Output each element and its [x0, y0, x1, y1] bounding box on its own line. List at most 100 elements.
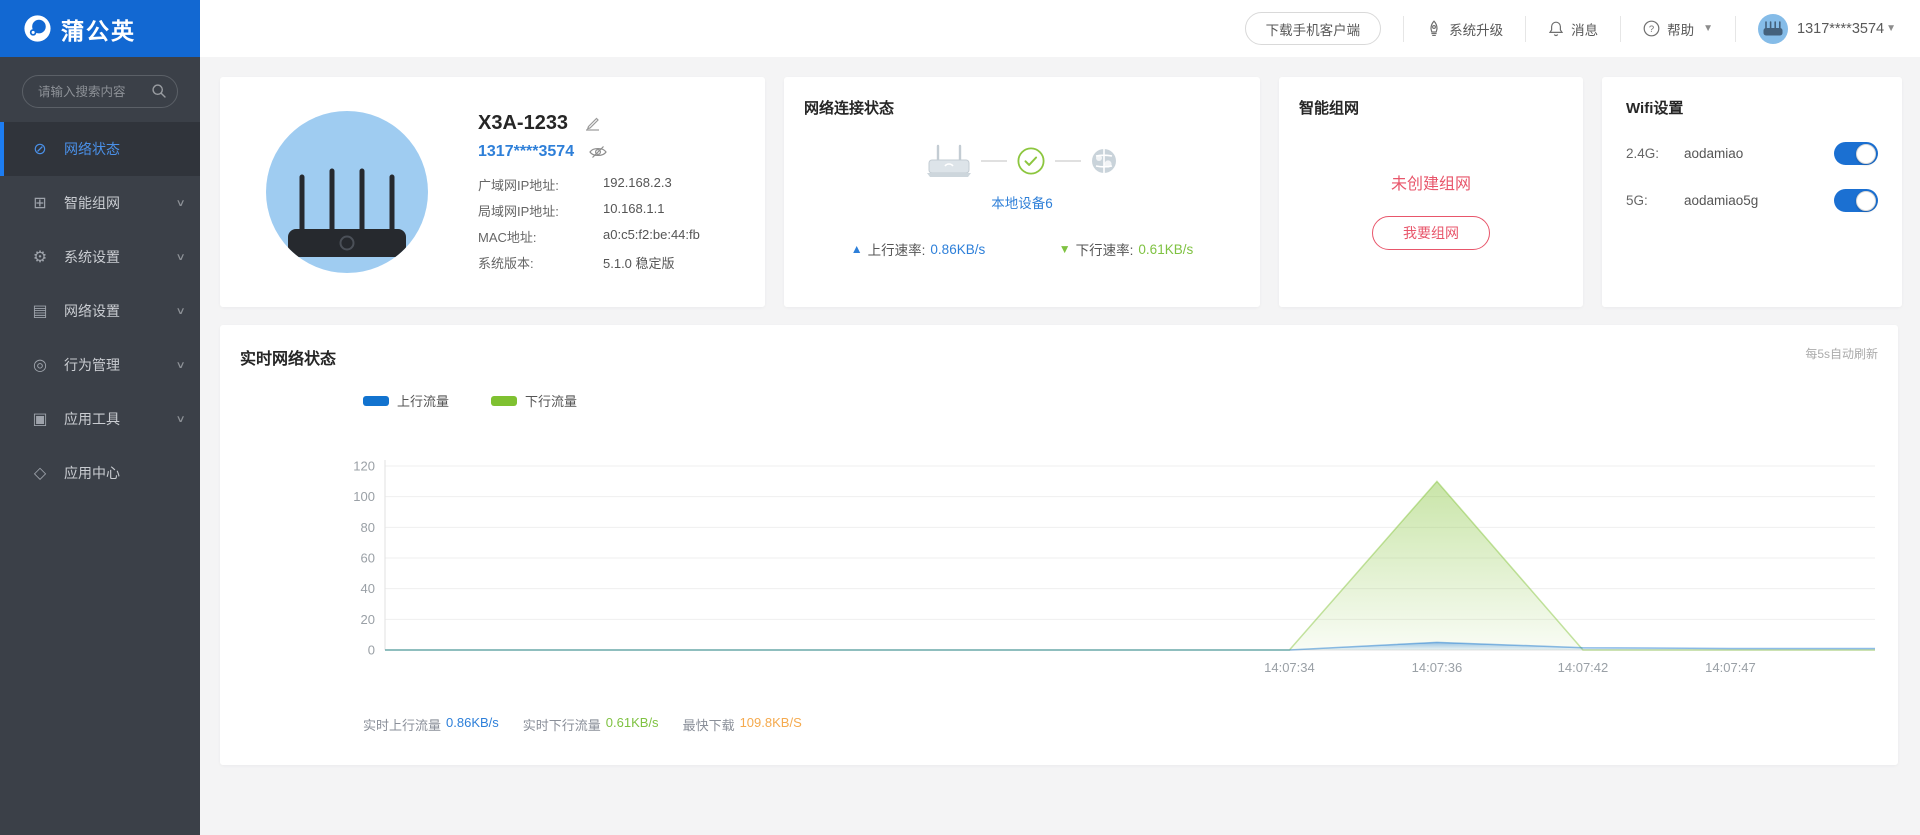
- card-title: Wifi设置: [1626, 100, 1684, 117]
- sidebar-item-label: 行为管理: [64, 357, 120, 373]
- chart-area: 0 20 40 60 80 100 120 14:07:34 14:07:36 14:07:42 1…: [240, 448, 1878, 693]
- edit-name-icon[interactable]: [584, 116, 601, 131]
- device-attribute-row: MAC地址: a0:c5:f2:be:44:fb: [478, 227, 700, 246]
- router-dashboard: 蒲公英 下载手机客户端 系统升级 消息 ? 帮助 ▼ 1317****3574 …: [0, 0, 1920, 835]
- chevron-down-icon: ∨: [175, 197, 186, 209]
- router-photo-icon: [288, 168, 406, 257]
- sidebar-item-icon: ◇: [33, 465, 47, 482]
- toggle-knob: [1856, 190, 1876, 211]
- speed-summary: ▲ 上行速率: 0.86KB/s ▼ 下行速率: 0.61KB/s: [804, 239, 1240, 259]
- legend-label: 上行流量: [397, 394, 450, 409]
- upload-speed-label: 上行速率:: [867, 243, 926, 258]
- divider: [1735, 15, 1736, 42]
- attribute-label: 广域网IP地址:: [478, 178, 559, 193]
- search-icon[interactable]: [151, 83, 167, 99]
- wifi-rows: 2.4G: aodamiao 5G: aodamiao5g: [1626, 142, 1878, 212]
- globe-icon: [1092, 149, 1116, 173]
- download-mobile-client-button[interactable]: 下载手机客户端: [1244, 12, 1382, 45]
- summary-cards-row: X3A-1233 1317****3574 广域网IP地址: 192.168.2…: [220, 77, 1902, 307]
- svg-text:14:07:34: 14:07:34: [1264, 660, 1315, 675]
- connection-status-card: 网络连接状态 本地设备6 ▲ 上行速率: 0.86KB/s ▼ 下行速率: 0.…: [784, 77, 1260, 307]
- refresh-note: 每5s自动刷新: [1805, 347, 1878, 361]
- local-devices-link[interactable]: 本地设备6: [991, 196, 1053, 211]
- messages-button[interactable]: 消息: [1548, 19, 1598, 39]
- attribute-label: 局域网IP地址:: [478, 204, 559, 219]
- chevron-down-icon: ▼: [1886, 23, 1896, 34]
- sidebar-item[interactable]: ▣ 应用工具 ∨: [0, 392, 200, 446]
- device-attributes: 广域网IP地址: 192.168.2.3 局域网IP地址: 10.168.1.1…: [478, 175, 700, 272]
- wifi-band-row: 2.4G: aodamiao: [1626, 142, 1878, 165]
- sidebar: ⊘ 网络状态 ∨ ⊞ 智能组网 ∨ ⚙ 系统设置 ∨ ▤: [0, 57, 200, 835]
- sidebar-item-icon: ⊞: [33, 195, 47, 212]
- traffic-area-chart: 0 20 40 60 80 100 120 14:07:34 14:07:36 14:07:42 1…: [353, 459, 1875, 675]
- traffic-stat: 实时上行流量 0.86KB/s: [363, 715, 499, 734]
- toggle-knob: [1856, 143, 1876, 164]
- legend-label: 下行流量: [525, 394, 578, 409]
- sidebar-item[interactable]: ◎ 行为管理 ∨: [0, 338, 200, 392]
- router-avatar-icon: [1763, 20, 1783, 35]
- messages-label: 消息: [1571, 22, 1599, 38]
- help-menu[interactable]: ? 帮助 ▼: [1643, 19, 1713, 39]
- device-info-card: X3A-1233 1317****3574 广域网IP地址: 192.168.2…: [220, 77, 765, 307]
- sidebar-search: [22, 75, 178, 108]
- link-line: [981, 160, 1007, 162]
- sidebar-item-label: 智能组网: [64, 195, 120, 211]
- legend-item[interactable]: 上行流量: [363, 391, 449, 410]
- sidebar-item-label: 系统设置: [64, 249, 120, 265]
- sidebar-item-icon: ◎: [33, 357, 47, 374]
- system-upgrade-button[interactable]: 系统升级: [1426, 19, 1503, 39]
- chevron-down-icon: ∨: [175, 413, 186, 425]
- sidebar-item-icon: ▤: [32, 303, 48, 320]
- svg-text:14:07:47: 14:07:47: [1705, 660, 1756, 675]
- sidebar-item-icon: ⊘: [33, 141, 47, 158]
- username: 1317****3574: [1797, 20, 1885, 37]
- sidebar-item-label: 应用工具: [64, 411, 120, 427]
- wifi-toggle[interactable]: [1834, 189, 1878, 212]
- arrow-up-icon: ▲: [850, 242, 863, 256]
- sidebar-item-label: 应用中心: [64, 465, 120, 481]
- system-upgrade-label: 系统升级: [1449, 22, 1504, 38]
- link-line: [1055, 160, 1081, 162]
- bell-icon: [1548, 21, 1564, 37]
- sidebar-item[interactable]: ⚙ 系统设置 ∨: [0, 230, 200, 284]
- account-number: 1317****3574: [478, 143, 575, 160]
- chevron-down-icon: ∨: [175, 359, 186, 371]
- legend-item[interactable]: 下行流量: [491, 391, 577, 410]
- sidebar-item[interactable]: ⊘ 网络状态 ∨: [0, 122, 200, 176]
- wifi-band-row: 5G: aodamiao5g: [1626, 189, 1878, 212]
- help-label: 帮助: [1667, 22, 1695, 38]
- traffic-stat: 最快下载 109.8KB/S: [683, 715, 802, 734]
- sidebar-item-icon: ⚙: [32, 249, 48, 266]
- networking-status-text: 未创建组网: [1390, 176, 1471, 193]
- create-network-button[interactable]: 我要组网: [1372, 216, 1490, 250]
- attribute-label: MAC地址:: [478, 230, 537, 245]
- chevron-down-icon: ∨: [175, 305, 186, 317]
- sidebar-item[interactable]: ▤ 网络设置 ∨: [0, 284, 200, 338]
- stat-value: 0.61KB/s: [605, 715, 659, 730]
- stat-value: 0.86KB/s: [446, 715, 499, 730]
- dandelion-logo-icon: [24, 15, 51, 42]
- svg-text:60: 60: [361, 551, 375, 566]
- user-account-menu[interactable]: 1317****3574 ▼: [1758, 13, 1896, 44]
- divider: [1525, 15, 1527, 42]
- topbar-actions: 下载手机客户端 系统升级 消息 ? 帮助 ▼ 1317****3574 ▼: [1244, 12, 1920, 45]
- wifi-ssid: aodamiao: [1684, 146, 1744, 161]
- svg-text:120: 120: [353, 459, 375, 474]
- svg-text:100: 100: [353, 489, 375, 504]
- sidebar-item[interactable]: ⊞ 智能组网 ∨: [0, 176, 200, 230]
- chart-legend: 上行流量 下行流量: [363, 391, 1878, 410]
- traffic-stat: 实时下行流量 0.61KB/s: [523, 715, 659, 734]
- stat-label: 实时上行流量: [363, 718, 442, 733]
- wifi-ssid: aodamiao5g: [1684, 193, 1759, 208]
- legend-swatch: [491, 395, 518, 406]
- sidebar-item-icon: ▣: [32, 411, 48, 428]
- wifi-toggle[interactable]: [1834, 142, 1878, 165]
- download-speed: ▼ 下行速率: 0.61KB/s: [1059, 239, 1193, 259]
- upload-speed-value: 0.86KB/s: [930, 241, 986, 257]
- download-speed-value: 0.61KB/s: [1138, 241, 1194, 257]
- legend-swatch: [363, 395, 389, 406]
- device-name: X3A-1233: [478, 112, 569, 134]
- sidebar-item[interactable]: ◇ 应用中心 ∨: [0, 446, 200, 500]
- eye-off-icon[interactable]: [588, 145, 608, 159]
- device-details: X3A-1233 1317****3574 广域网IP地址: 192.168.2…: [478, 112, 700, 272]
